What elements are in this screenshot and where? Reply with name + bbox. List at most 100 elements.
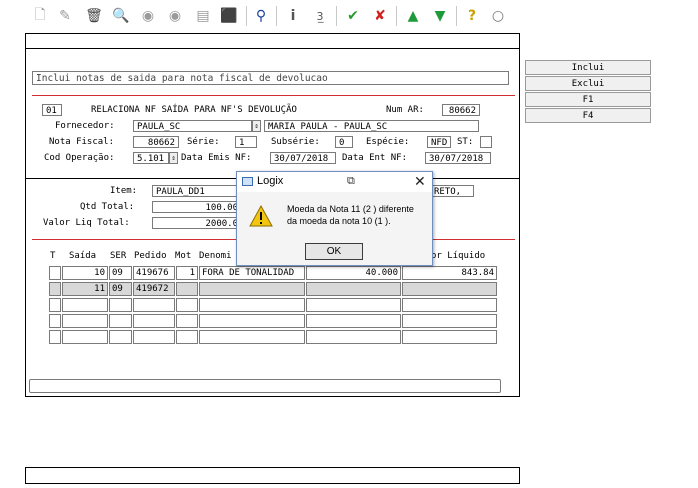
status-field	[29, 379, 501, 393]
table-cell-denom[interactable]	[199, 298, 305, 312]
top-bar	[25, 33, 520, 49]
table-cell-liquido[interactable]	[402, 314, 497, 328]
especie-field[interactable]: NFD	[427, 136, 451, 148]
table-cell-liquido[interactable]	[402, 298, 497, 312]
table-cell-liquido[interactable]	[402, 330, 497, 344]
table-cell-qtd[interactable]	[306, 298, 401, 312]
new-icon[interactable]: 🗋	[30, 6, 50, 26]
table-cell-denom[interactable]	[199, 282, 305, 296]
qtd-total-field: 100.00	[152, 201, 242, 213]
export-icon[interactable]: ⬛	[219, 6, 239, 26]
fornecedor-code-field[interactable]: PAULA_SC	[133, 120, 252, 132]
table-cell-pedido[interactable]	[133, 314, 175, 328]
item-field[interactable]: PAULA_DD1	[152, 185, 242, 197]
table-cell-t[interactable]	[49, 266, 61, 280]
table-cell-ser[interactable]	[109, 330, 132, 344]
qtd-total-label: Qtd Total:	[80, 202, 135, 212]
serie-label: Série:	[187, 137, 220, 147]
previous-icon[interactable]: ◉	[138, 6, 158, 26]
exclui-button[interactable]: Exclui	[525, 76, 651, 91]
toolbar-separator	[456, 6, 457, 26]
data-emis-field[interactable]: 30/07/2018	[270, 152, 336, 164]
f1-button[interactable]: F1	[525, 92, 651, 107]
especie-label: Espécie:	[366, 137, 410, 147]
alert-dialog: Logix ⧉ ✕ Moeda da Nota 11 (2 ) diferent…	[236, 171, 433, 266]
table-cell-mot[interactable]: 1	[176, 266, 198, 280]
inclui-button[interactable]: Inclui	[525, 60, 651, 75]
table-cell-pedido[interactable]: 419676	[133, 266, 175, 280]
table-cell-mot[interactable]	[176, 330, 198, 344]
table-cell-ser[interactable]	[109, 314, 132, 328]
dialog-message-line2: da moeda da nota 10 (1 ).	[287, 216, 391, 226]
grid-header-denominacao: Denomi	[199, 251, 232, 261]
table-cell-pedido[interactable]	[133, 298, 175, 312]
ok-button[interactable]: OK	[305, 243, 363, 260]
subserie-field[interactable]: 0	[335, 136, 353, 148]
fornecedor-name-field: MARIA PAULA - PAULA_SC	[264, 120, 479, 132]
toolbar-separator	[336, 6, 337, 26]
table-cell-saida[interactable]: 11	[62, 282, 108, 296]
edit-icon[interactable]: ✎	[55, 6, 75, 26]
info-icon[interactable]: i	[283, 6, 303, 26]
table-cell-saida[interactable]: 10	[62, 266, 108, 280]
table-cell-t[interactable]	[49, 282, 61, 296]
next-icon[interactable]: ◉	[165, 6, 185, 26]
search-icon[interactable]: 🔍	[111, 6, 131, 26]
binoculars-icon[interactable]: ⚲	[251, 6, 271, 26]
table-cell-qtd[interactable]: 40.000	[306, 266, 401, 280]
item-label: Item:	[110, 186, 138, 196]
up-icon[interactable]: ▲	[403, 6, 423, 26]
table-cell-saida[interactable]	[62, 330, 108, 344]
table-cell-saida[interactable]	[62, 298, 108, 312]
table-cell-denom[interactable]	[199, 314, 305, 328]
form-title: RELACIONA NF SAÍDA PARA NF'S DEVOLUÇÃO	[91, 105, 297, 115]
table-cell-ser[interactable]: 09	[109, 266, 132, 280]
table-cell-ser[interactable]: 09	[109, 282, 132, 296]
table-cell-pedido[interactable]: 419672	[133, 282, 175, 296]
warning-icon	[249, 205, 273, 227]
grid-header-pedido: Pedido	[134, 251, 167, 261]
numbers-icon[interactable]: 3̲	[310, 6, 330, 26]
confirm-icon[interactable]: ✔	[343, 6, 363, 26]
table-cell-t[interactable]	[49, 330, 61, 344]
table-cell-mot[interactable]	[176, 282, 198, 296]
table-cell-qtd[interactable]	[306, 330, 401, 344]
table-cell-t[interactable]	[49, 314, 61, 328]
hint-text: Inclui notas de saida para nota fiscal d…	[32, 71, 509, 85]
table-cell-liquido[interactable]	[402, 282, 497, 296]
table-cell-saida[interactable]	[62, 314, 108, 328]
nota-fiscal-field[interactable]: 80662	[133, 136, 179, 148]
window-menu-icon[interactable]: ⧉	[347, 175, 355, 188]
table-cell-qtd[interactable]	[306, 314, 401, 328]
data-ent-field[interactable]: 30/07/2018	[425, 152, 491, 164]
cancel-icon[interactable]: ✘	[370, 6, 390, 26]
down-icon[interactable]: ▼	[430, 6, 450, 26]
st-label: ST:	[457, 137, 474, 147]
cod-operacao-label: Cod Operação:	[44, 153, 115, 163]
table-cell-liquido[interactable]: 843.84	[402, 266, 497, 280]
table-cell-pedido[interactable]	[133, 330, 175, 344]
cod-operacao-zoom-icon[interactable]: ⇕	[169, 152, 178, 164]
print-icon[interactable]: ▤	[193, 6, 213, 26]
num-ar-field[interactable]: 80662	[442, 104, 480, 116]
help-icon[interactable]: ?	[462, 6, 482, 26]
serie-field[interactable]: 1	[235, 136, 257, 148]
st-field[interactable]	[480, 136, 492, 148]
table-cell-mot[interactable]	[176, 298, 198, 312]
table-cell-denom[interactable]: FORA DE TONALIDAD	[199, 266, 305, 280]
fornecedor-zoom-icon[interactable]: ⇕	[252, 120, 261, 132]
close-icon[interactable]: ✕	[414, 173, 426, 190]
table-cell-mot[interactable]	[176, 314, 198, 328]
dialog-message-line1: Moeda da Nota 11 (2 ) diferente	[287, 204, 414, 214]
cod-operacao-field[interactable]: 5.101	[133, 152, 169, 164]
item-desc-field: RETO,	[430, 185, 474, 197]
dialog-title: Logix	[257, 175, 284, 187]
delete-icon[interactable]: 🗑	[84, 6, 104, 26]
table-cell-denom[interactable]	[199, 330, 305, 344]
f4-button[interactable]: F4	[525, 108, 651, 123]
table-cell-t[interactable]	[49, 298, 61, 312]
chat-icon[interactable]: ○	[488, 6, 508, 26]
table-cell-ser[interactable]	[109, 298, 132, 312]
code-field[interactable]: 01	[42, 104, 62, 116]
table-cell-qtd[interactable]	[306, 282, 401, 296]
